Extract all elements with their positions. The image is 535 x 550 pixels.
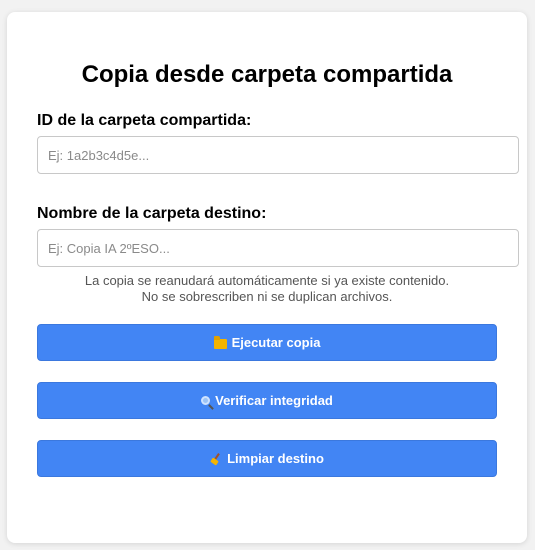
folder-icon [213, 335, 227, 349]
resume-note-line-1: La copia se reanudará automáticamente si… [84, 273, 450, 288]
verify-integrity-button[interactable]: Verificar integridad [37, 382, 497, 419]
folder-id-label: ID de la carpeta compartida: [37, 112, 252, 129]
broom-icon [210, 453, 222, 465]
clean-destination-label: Limpiar destino [227, 451, 324, 466]
page-title: Copia desde carpeta compartida [81, 61, 453, 88]
folder-id-input[interactable] [37, 136, 519, 174]
magnifier-icon [201, 396, 211, 405]
copy-form-card: Copia desde carpeta compartida ID de la … [7, 12, 527, 543]
dest-name-label: Nombre de la carpeta destino: [37, 205, 267, 222]
verify-integrity-label: Verificar integridad [215, 393, 333, 408]
run-copy-label: Ejecutar copia [231, 335, 321, 350]
resume-note: La copia se reanudará automáticamente si… [37, 273, 497, 305]
clean-destination-button[interactable]: Limpiar destino [37, 440, 497, 477]
dest-name-input[interactable] [37, 229, 519, 267]
resume-note-line-2: No se sobrescriben ni se duplican archiv… [141, 289, 393, 304]
run-copy-button[interactable]: Ejecutar copia [37, 324, 497, 361]
